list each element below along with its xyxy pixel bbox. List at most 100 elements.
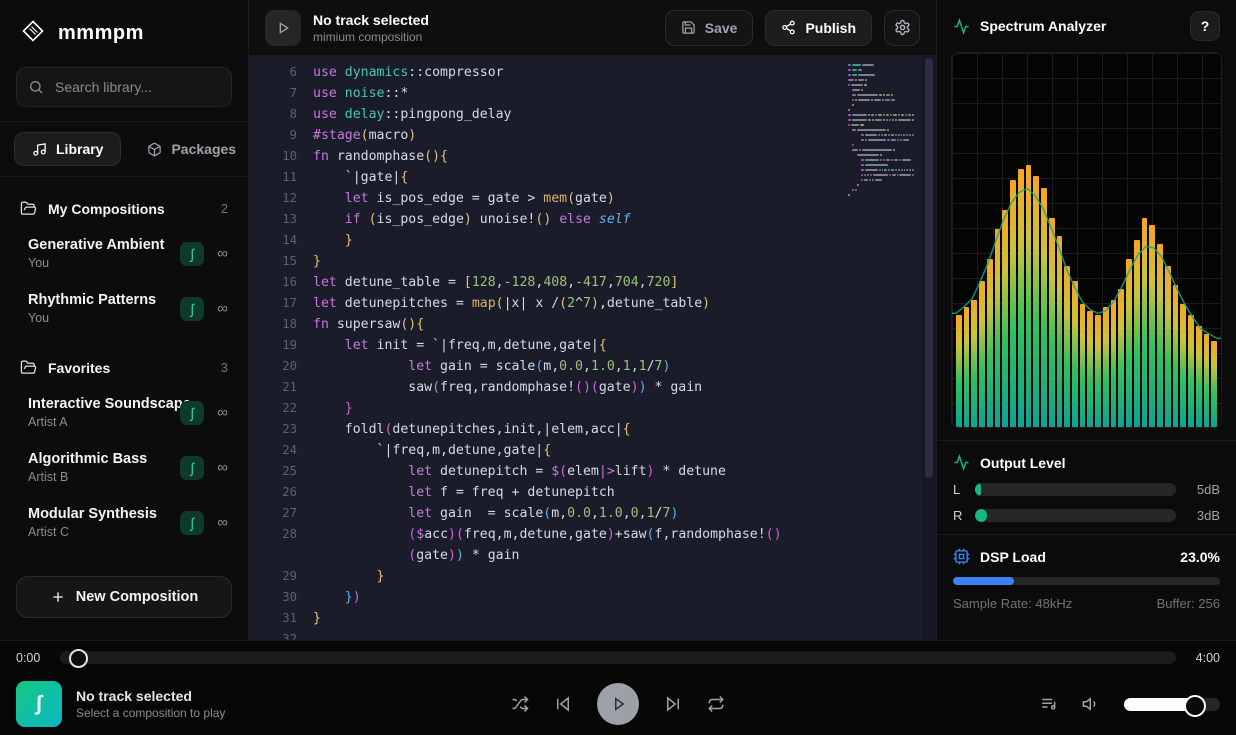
timeline-track[interactable] <box>60 651 1176 664</box>
code-line[interactable]: 31} <box>249 608 936 629</box>
code-line[interactable]: 32 <box>249 629 936 640</box>
save-icon <box>681 20 696 35</box>
composition-item[interactable]: Interactive SoundscapeArtist A∫∞ <box>0 385 248 440</box>
scrollbar-thumb[interactable] <box>925 58 933 478</box>
code-line[interactable]: 16let detune_table = [128,-128,408,-417,… <box>249 272 936 293</box>
code-line[interactable]: 15} <box>249 251 936 272</box>
code-text: }) <box>313 587 361 608</box>
code-text: use delay::pingpong_delay <box>313 104 512 125</box>
code-line[interactable]: (gate)) * gain <box>249 545 936 566</box>
code-line[interactable]: 11 `|gate|{ <box>249 167 936 188</box>
code-line[interactable]: 12 let is_pos_edge = gate > mem(gate) <box>249 188 936 209</box>
code-line[interactable]: 21 saw(freq,randomphase!()(gate)) * gain <box>249 377 936 398</box>
timeline-scrubber[interactable] <box>69 649 88 668</box>
code-line[interactable]: 6use dynamics::compressor <box>249 62 936 83</box>
gear-icon <box>894 19 911 36</box>
code-line[interactable]: 22 } <box>249 398 936 419</box>
mimium-badge-icon: ∫ <box>180 511 204 535</box>
shuffle-button[interactable] <box>511 695 529 713</box>
code-line[interactable]: 25 let detunepitch = $(elem|>lift) * det… <box>249 461 936 482</box>
player-track-info: No track selected Select a composition t… <box>76 688 225 720</box>
app-window: mmmpm Library Packages My Compositions2G… <box>0 0 1236 735</box>
editor-scrollbar[interactable] <box>922 56 936 640</box>
tab-library[interactable]: Library <box>14 132 121 166</box>
save-button[interactable]: Save <box>665 10 754 46</box>
code-line[interactable]: 8use delay::pingpong_delay <box>249 104 936 125</box>
logo-row: mmmpm <box>0 0 248 63</box>
search-wrap <box>16 67 232 107</box>
volume-knob[interactable] <box>1184 695 1206 717</box>
code-line[interactable]: 10fn randomphase(){ <box>249 146 936 167</box>
code-line[interactable]: 30 }) <box>249 587 936 608</box>
code-line[interactable]: 24 `|freq,m,detune,gate|{ <box>249 440 936 461</box>
code-line[interactable]: 19 let init = `|freq,m,detune,gate|{ <box>249 335 936 356</box>
section-header[interactable]: Favorites3 <box>0 350 248 385</box>
mimium-badge-icon: ∫ <box>180 456 204 480</box>
code-line[interactable]: 9#stage(macro) <box>249 125 936 146</box>
player-bar: ∫ No track selected Select a composition… <box>0 674 1236 734</box>
folder-icon <box>20 200 37 217</box>
cpu-icon <box>953 548 970 565</box>
code-line[interactable]: 17let detunepitches = map(|x| x /(2^7),d… <box>249 293 936 314</box>
code-line[interactable]: 13 if (is_pos_edge) unoise!() else self <box>249 209 936 230</box>
composition-item[interactable]: Algorithmic BassArtist B∫∞ <box>0 440 248 495</box>
section-count: 3 <box>221 360 228 375</box>
code-line[interactable]: 20 let gain = scale(m,0.0,1.0,1,1/7) <box>249 356 936 377</box>
tab-packages[interactable]: Packages <box>129 132 254 166</box>
publish-button[interactable]: Publish <box>765 10 872 46</box>
line-number: 20 <box>249 356 313 377</box>
item-subtitle: Artist A <box>28 415 180 429</box>
meter-left-value: 5dB <box>1186 482 1220 497</box>
search-input[interactable] <box>16 67 232 107</box>
line-number <box>249 545 313 566</box>
code-line[interactable]: 18fn supersaw(){ <box>249 314 936 335</box>
new-composition-button[interactable]: New Composition <box>16 576 232 618</box>
search-icon <box>28 79 44 95</box>
code-text: let is_pos_edge = gate > mem(gate) <box>313 188 615 209</box>
code-line[interactable]: 7use noise::* <box>249 83 936 104</box>
player-thumbnail: ∫ <box>16 681 62 727</box>
next-button[interactable] <box>664 695 682 713</box>
code-text: let gain = scale(m,0.0,1.0,1,1/7) <box>313 356 670 377</box>
center-column: No track selected mimium composition Sav… <box>249 0 936 640</box>
meter-right-fill <box>975 509 987 522</box>
time-total: 4:00 <box>1186 651 1220 665</box>
settings-button[interactable] <box>884 10 920 46</box>
previous-button[interactable] <box>554 695 572 713</box>
code-text: if (is_pos_edge) unoise!() else self <box>313 209 631 230</box>
composition-item[interactable]: Generative AmbientYou∫∞ <box>0 226 248 281</box>
play-button[interactable] <box>597 683 639 725</box>
line-number: 11 <box>249 167 313 188</box>
section-header[interactable]: My Compositions2 <box>0 191 248 226</box>
code-line[interactable]: 26 let f = freq + detunepitch <box>249 482 936 503</box>
code-line[interactable]: 14 } <box>249 230 936 251</box>
code-editor[interactable]: 6use dynamics::compressor7use noise::*8u… <box>249 56 936 640</box>
line-number: 24 <box>249 440 313 461</box>
dsp-load-fill <box>953 577 1014 585</box>
code-text: foldl(detunepitches,init,|elem,acc|{ <box>313 419 631 440</box>
waveform-icon <box>953 18 970 35</box>
line-number: 18 <box>249 314 313 335</box>
code-text: let detune_table = [128,-128,408,-417,70… <box>313 272 678 293</box>
queue-list-icon <box>1040 695 1058 713</box>
mimium-badge-icon: ∫ <box>180 297 204 321</box>
bottom-bar: 0:00 4:00 ∫ No track selected Select a c… <box>0 640 1236 735</box>
shuffle-icon <box>511 695 529 713</box>
editor-minimap[interactable] <box>848 64 914 204</box>
composition-item[interactable]: Modular SynthesisArtist C∫∞ <box>0 495 248 550</box>
code-text: let init = `|freq,m,detune,gate|{ <box>313 335 607 356</box>
code-line[interactable]: 27 let gain = scale(m,0.0,1.0,0,1/7) <box>249 503 936 524</box>
composition-item[interactable]: Rhythmic PatternsYou∫∞ <box>0 281 248 336</box>
sample-rate-label: Sample Rate: 48kHz <box>953 596 1072 611</box>
infinity-icon: ∞ <box>217 404 228 421</box>
track-thumbnail <box>265 10 301 46</box>
code-line[interactable]: 23 foldl(detunepitches,init,|elem,acc|{ <box>249 419 936 440</box>
queue-button[interactable] <box>1040 695 1058 713</box>
help-button[interactable]: ? <box>1190 11 1220 41</box>
code-line[interactable]: 29 } <box>249 566 936 587</box>
repeat-button[interactable] <box>707 695 725 713</box>
code-line[interactable]: 28 ($acc)(freq,m,detune,gate)+saw(f,rand… <box>249 524 936 545</box>
volume-slider[interactable] <box>1124 698 1220 711</box>
volume-button[interactable] <box>1082 695 1100 713</box>
line-number: 8 <box>249 104 313 125</box>
